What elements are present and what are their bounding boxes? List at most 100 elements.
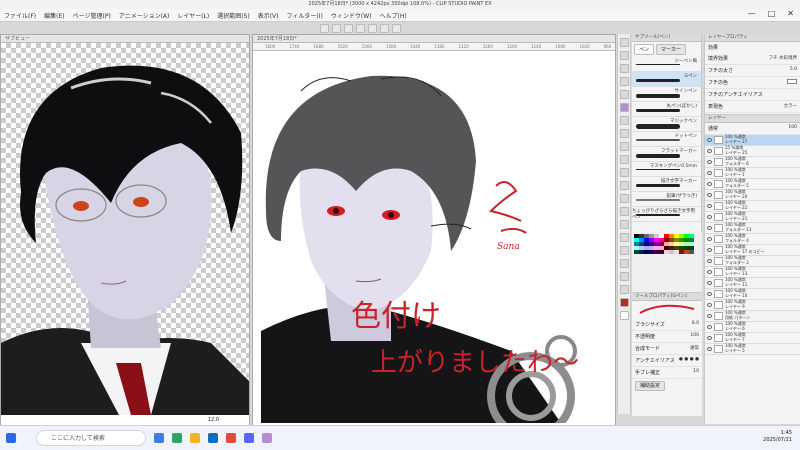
blend-tool-icon[interactable] [619, 181, 629, 190]
pencil-tool-icon[interactable] [619, 116, 629, 125]
discord-icon[interactable] [244, 433, 254, 443]
brush-item[interactable]: 鉛筆(ザラつき) [632, 192, 701, 207]
layer-row[interactable]: 100 %通常 レイヤー 20 [705, 190, 800, 201]
edge-icon[interactable] [172, 433, 182, 443]
clear-icon[interactable] [344, 23, 353, 33]
layer-row[interactable]: 100 %通常 レイヤー 17 のコピー [705, 245, 800, 256]
layer-row[interactable]: 100 %通常 レイヤー 22 [705, 201, 800, 212]
color-swatch[interactable] [689, 250, 694, 254]
menu-page[interactable]: ページ管理(P) [73, 11, 111, 20]
menu-file[interactable]: ファイル(F) [4, 11, 36, 20]
antialias-selector[interactable]: ● ● ● ● [679, 357, 699, 364]
detail-settings-button[interactable]: 補助設定 [635, 381, 666, 391]
windows-start-icon[interactable] [6, 433, 16, 443]
eye-icon[interactable] [707, 248, 712, 252]
layer-row[interactable]: 100 %通常 レイヤー 10 [705, 289, 800, 300]
brush-item[interactable]: ドットペン [632, 132, 701, 147]
ruler-tool-icon[interactable] [619, 246, 629, 255]
brush-item[interactable]: 丸ペン(ぼかし) [632, 102, 701, 117]
sub-view-zoom[interactable]: 12.0 [208, 417, 219, 423]
menu-filter[interactable]: フィルター(I) [287, 11, 323, 20]
snap-icon[interactable] [392, 23, 401, 33]
brush-item[interactable]: 描き文字マーカー [632, 177, 701, 192]
border-option-edge[interactable]: フチ [769, 56, 778, 61]
expression-color-select[interactable]: カラー [784, 103, 798, 110]
main-color-swatch[interactable] [619, 298, 629, 307]
eye-icon[interactable] [707, 193, 712, 197]
decoration-tool-icon[interactable] [619, 155, 629, 164]
brush-item[interactable]: マジックペン [632, 117, 701, 132]
layer-row[interactable]: 100 %通常 レイヤー 13 [705, 267, 800, 278]
eye-icon[interactable] [707, 171, 712, 175]
brush-item[interactable]: ジーペン風 [632, 57, 701, 72]
layer-row[interactable]: 100 %通常 フォルダー 6 [705, 157, 800, 168]
eye-icon[interactable] [707, 325, 712, 329]
layer-row[interactable]: 100 %通常 フォルダー 4 [705, 234, 800, 245]
correct-line-tool-icon[interactable] [619, 285, 629, 294]
fill-tool-icon[interactable] [619, 194, 629, 203]
figure-tool-icon[interactable] [619, 220, 629, 229]
chrome-icon[interactable] [226, 433, 236, 443]
frame-tool-icon[interactable] [619, 233, 629, 242]
balloon-tool-icon[interactable] [619, 272, 629, 281]
brush-item[interactable]: フラットマーカー [632, 147, 701, 162]
clip-studio-icon[interactable] [262, 433, 272, 443]
border-option-watercolor[interactable]: 水彩境界 [779, 56, 797, 61]
task-view-icon[interactable] [154, 433, 164, 443]
eye-icon[interactable] [707, 138, 712, 142]
layer-opacity[interactable]: 100 [788, 125, 797, 132]
eye-icon[interactable] [707, 160, 712, 164]
layer-row[interactable]: 100 %通常 レイヤー 11 [705, 278, 800, 289]
selection-tool-icon[interactable] [619, 77, 629, 86]
layer-row[interactable]: 100 %通常 レイヤー 21 [705, 212, 800, 223]
drawing-canvas[interactable]: Sana 色付け 上がりましたわ〜 [261, 51, 611, 425]
blend-mode-select[interactable]: 通常 [690, 345, 699, 352]
select-all-icon[interactable] [368, 23, 377, 33]
brush-tool-icon[interactable] [619, 129, 629, 138]
layer-blend-mode[interactable]: 通常 [708, 125, 718, 132]
zoom-tool-icon[interactable] [619, 38, 629, 47]
eye-icon[interactable] [707, 347, 712, 351]
layer-row[interactable]: 25 %通常 レイヤー 25 [705, 146, 800, 157]
taskbar-search[interactable]: ここに入力して検索 [36, 430, 146, 446]
transform-icon[interactable] [356, 23, 365, 33]
layer-row[interactable]: 100 %通常 フォルダー 5 [705, 179, 800, 190]
sub-view-tab[interactable]: サブビュー [1, 35, 249, 43]
eye-icon[interactable] [707, 314, 712, 318]
layer-row[interactable]: 100 %通常 フォルダー 13 [705, 223, 800, 234]
operation-tool-icon[interactable] [619, 64, 629, 73]
main-doc-tab[interactable]: 2025年7月18日* [253, 35, 615, 43]
subtool-tab-marker[interactable]: マーカー [656, 44, 687, 55]
system-clock[interactable]: 1:45 2025/07/21 [763, 430, 792, 444]
outlook-icon[interactable] [208, 433, 218, 443]
color-swatches[interactable] [632, 232, 702, 256]
brush-item-selected[interactable]: Gペン [632, 72, 701, 87]
eye-icon[interactable] [707, 182, 712, 186]
layer-row[interactable]: 100 %通常 レイヤー 1 [705, 168, 800, 179]
brush-item[interactable]: ちょっぴりざらざら描き文字用ペン [632, 207, 701, 222]
subtool-tab-pen[interactable]: ペン [634, 44, 655, 55]
layer-row[interactable]: 100 %通常 レイヤー 27 [705, 135, 800, 146]
eraser-tool-icon[interactable] [619, 168, 629, 177]
minimize-button[interactable]: — [748, 9, 756, 18]
brush-item[interactable]: サインペン [632, 87, 701, 102]
brush-item[interactable]: マスキングペン0.5mm [632, 162, 701, 177]
edge-antialias-checkbox[interactable]: フチのアンチエイリアス [708, 91, 763, 98]
brush-size-value[interactable]: 8.0 [692, 321, 699, 328]
eyedropper-icon[interactable] [619, 90, 629, 99]
layer-row[interactable]: 100 %通常 レイヤー 5 [705, 344, 800, 355]
eye-icon[interactable] [707, 226, 712, 230]
menu-animation[interactable]: アニメーション(A) [119, 11, 170, 20]
opacity-value[interactable]: 100 [690, 333, 699, 340]
eye-icon[interactable] [707, 336, 712, 340]
eye-icon[interactable] [707, 215, 712, 219]
menu-view[interactable]: 表示(V) [258, 11, 279, 20]
eye-icon[interactable] [707, 292, 712, 296]
sub-view-canvas[interactable] [1, 43, 249, 415]
stabilize-value[interactable]: 10 [693, 369, 699, 376]
layer-row[interactable]: 100 %通常 フォルダー 2 [705, 256, 800, 267]
menu-selection[interactable]: 選択範囲(S) [217, 11, 250, 20]
undo-icon[interactable] [320, 23, 329, 33]
edge-color-swatch[interactable] [787, 79, 797, 84]
eye-icon[interactable] [707, 259, 712, 263]
